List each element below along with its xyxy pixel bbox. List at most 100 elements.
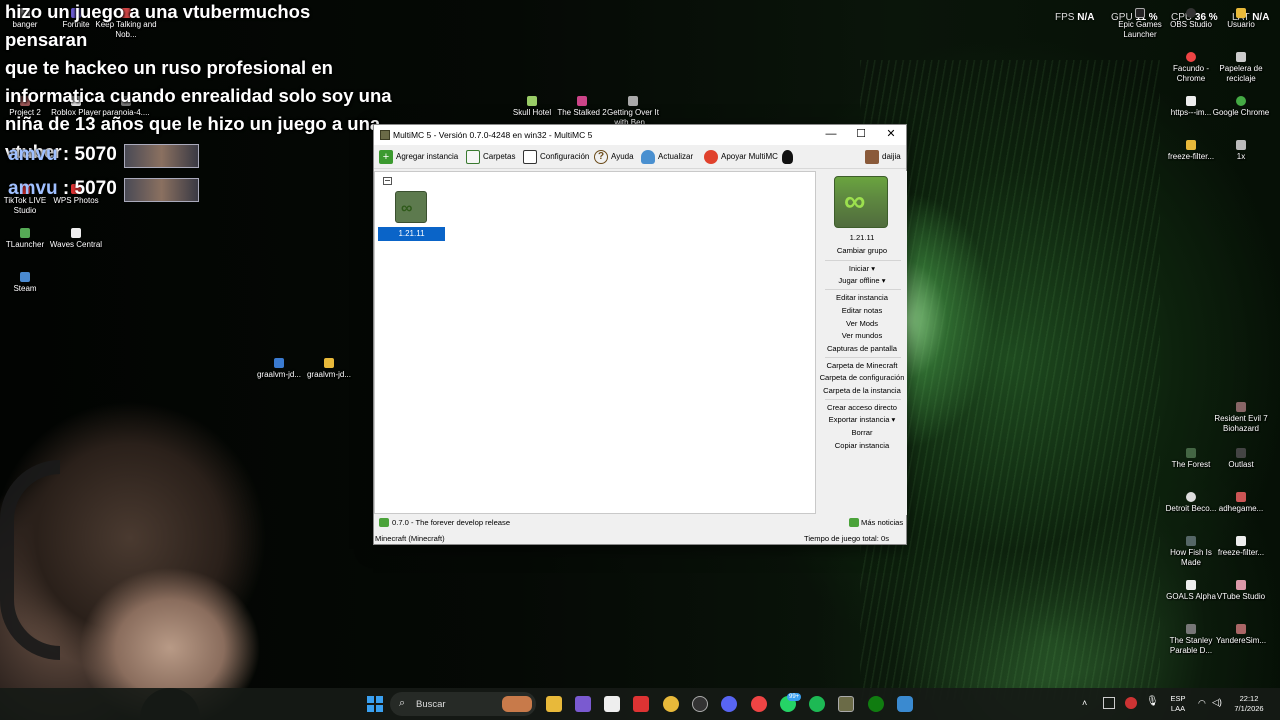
status-bar: Minecraft (Minecraft) Tiempo de juego to… bbox=[374, 532, 906, 545]
chrome-profile-icon[interactable] bbox=[751, 696, 767, 712]
store-icon[interactable] bbox=[604, 696, 620, 712]
account-button[interactable]: daijia bbox=[865, 148, 901, 166]
windows-icon bbox=[367, 696, 383, 712]
game-icon bbox=[1236, 402, 1246, 412]
stream-donation-message: hizo un juego a una vtubermuchos pensara… bbox=[5, 1, 392, 162]
support-multimc-button[interactable]: Apoyar MultiMC bbox=[704, 148, 778, 166]
desktop-icon[interactable]: Steam bbox=[0, 272, 56, 294]
file-explorer-icon[interactable] bbox=[546, 696, 562, 712]
start-button[interactable] bbox=[367, 696, 383, 712]
multimc-taskbar-icon[interactable] bbox=[838, 696, 854, 712]
minecraft-folder-button[interactable]: Carpeta de Minecraft bbox=[817, 361, 907, 370]
settings-icon bbox=[523, 150, 537, 164]
divider bbox=[825, 357, 901, 358]
launch-button[interactable]: Iniciar ▾ bbox=[817, 264, 907, 273]
title-bar[interactable]: MultiMC 5 - Versión 0.7.0-4248 en win32 … bbox=[374, 125, 906, 145]
folders-button[interactable]: Carpetas bbox=[466, 148, 515, 166]
settings-button[interactable]: Configuración bbox=[523, 148, 589, 166]
close-button[interactable]: ✕ bbox=[877, 127, 905, 143]
file-icon bbox=[1236, 536, 1246, 546]
game-icon bbox=[1186, 448, 1196, 458]
minimize-button[interactable]: — bbox=[817, 127, 845, 143]
desktop-icon[interactable]: Papelera de reciclaje bbox=[1210, 52, 1272, 84]
update-button[interactable]: Actualizar bbox=[641, 148, 693, 166]
game-icon bbox=[1236, 624, 1246, 634]
steam-icon[interactable] bbox=[692, 696, 708, 712]
export-instance-button[interactable]: Exportar instancia ▾ bbox=[817, 415, 907, 424]
more-news-button[interactable]: Más noticias bbox=[861, 518, 903, 527]
folder-icon bbox=[324, 358, 334, 368]
add-instance-button[interactable]: + Agregar instancia bbox=[379, 148, 458, 166]
edit-instance-button[interactable]: Editar instancia bbox=[817, 293, 907, 302]
news-link[interactable]: 0.7.0 - The forever develop release bbox=[392, 518, 510, 527]
tray-app-icon[interactable] bbox=[1103, 697, 1115, 709]
desktop-icon[interactable]: Outlast bbox=[1210, 448, 1272, 470]
desktop-icon[interactable]: Usuario bbox=[1210, 8, 1272, 30]
window-title: MultiMC 5 - Versión 0.7.0-4248 en win32 … bbox=[393, 130, 593, 140]
game-icon bbox=[527, 96, 537, 106]
desktop-icon[interactable]: Waves Central bbox=[45, 228, 107, 250]
game-icon bbox=[628, 96, 638, 106]
config-folder-button[interactable]: Carpeta de configuración bbox=[817, 373, 907, 382]
chrome-icon bbox=[1236, 96, 1246, 106]
screenshots-button[interactable]: Capturas de pantalla bbox=[817, 344, 907, 353]
instance-side-panel: ∞ 1.21.11 Cambiar grupo Iniciar ▾ Jugar … bbox=[817, 171, 907, 515]
instance-icon[interactable]: ∞ bbox=[395, 191, 427, 223]
clock[interactable]: 22:12 7/1/2026 bbox=[1229, 694, 1269, 714]
taskbar-search[interactable]: ⌕ Buscar bbox=[390, 692, 536, 716]
desktop-icon[interactable]: YandereSim... bbox=[1210, 624, 1272, 646]
patreon-icon bbox=[704, 150, 718, 164]
discord-icon[interactable] bbox=[721, 696, 737, 712]
microphone-icon[interactable]: 🎙 bbox=[1146, 697, 1159, 707]
folder-icon bbox=[1186, 140, 1196, 150]
news-icon bbox=[379, 518, 389, 527]
help-button[interactable]: ? Ayuda bbox=[594, 148, 634, 166]
copilot-icon[interactable] bbox=[575, 696, 591, 712]
maximize-button[interactable]: ☐ bbox=[847, 127, 875, 143]
wps-icon[interactable] bbox=[633, 696, 649, 712]
change-group-button[interactable]: Cambiar grupo bbox=[817, 246, 907, 255]
xbox-icon[interactable] bbox=[868, 696, 884, 712]
tray-app-icon[interactable] bbox=[1125, 697, 1137, 709]
cat-button[interactable] bbox=[782, 148, 796, 166]
desktop-icon[interactable]: adhegame... bbox=[1210, 492, 1272, 514]
plus-icon: + bbox=[379, 150, 393, 164]
desktop-icon[interactable]: VTube Studio bbox=[1210, 580, 1272, 602]
chevron-up-icon[interactable]: ˄ bbox=[1082, 698, 1087, 708]
instance-name-selected[interactable]: 1.21.11 bbox=[378, 227, 445, 241]
view-worlds-button[interactable]: Ver mundos bbox=[817, 331, 907, 340]
desktop-icon[interactable]: 1x bbox=[1210, 140, 1272, 162]
cat-icon bbox=[782, 150, 793, 164]
launch-offline-button[interactable]: Jugar offline ▾ bbox=[817, 276, 907, 285]
instance-folder-button[interactable]: Carpeta de la instancia bbox=[817, 386, 907, 395]
copy-instance-button[interactable]: Copiar instancia bbox=[817, 441, 907, 450]
desktop-icon[interactable]: Resident Evil 7 Biohazard bbox=[1210, 402, 1272, 434]
instance-name-label: 1.21.11 bbox=[849, 233, 875, 242]
file-icon bbox=[1236, 140, 1246, 150]
avatar-icon bbox=[865, 150, 879, 164]
obs-icon bbox=[1186, 8, 1196, 18]
chrome-icon[interactable] bbox=[663, 696, 679, 712]
delete-button[interactable]: Borrar bbox=[817, 428, 907, 437]
create-shortcut-button[interactable]: Crear acceso directo bbox=[817, 403, 907, 412]
edit-notes-button[interactable]: Editar notas bbox=[817, 306, 907, 315]
folder-icon bbox=[466, 150, 480, 164]
notification-badge: 99+ bbox=[787, 693, 802, 701]
desktop-icon[interactable]: Google Chrome bbox=[1210, 96, 1272, 118]
wifi-icon[interactable]: ◠ bbox=[1198, 698, 1206, 708]
volume-icon[interactable]: ◁) bbox=[1212, 697, 1222, 707]
view-mods-button[interactable]: Ver Mods bbox=[817, 319, 907, 328]
spotify-icon[interactable] bbox=[809, 696, 825, 712]
game-icon bbox=[1186, 536, 1196, 546]
more-news-icon bbox=[849, 518, 859, 527]
instance-list[interactable]: ∞ 1.21.11 bbox=[374, 171, 816, 514]
instance-large-icon[interactable]: ∞ bbox=[834, 176, 888, 228]
language-indicator[interactable]: ESP LAA bbox=[1165, 694, 1191, 714]
group-collapse-icon[interactable] bbox=[383, 177, 392, 185]
donation-alert: amvu : 5070 bbox=[8, 144, 117, 165]
headphones bbox=[0, 460, 60, 660]
desktop-icon[interactable]: graalvm-jd... bbox=[298, 358, 360, 380]
desktop-icon[interactable]: freeze-filter... bbox=[1210, 536, 1272, 558]
donation-thumbnail bbox=[124, 144, 199, 168]
app-icon[interactable] bbox=[897, 696, 913, 712]
